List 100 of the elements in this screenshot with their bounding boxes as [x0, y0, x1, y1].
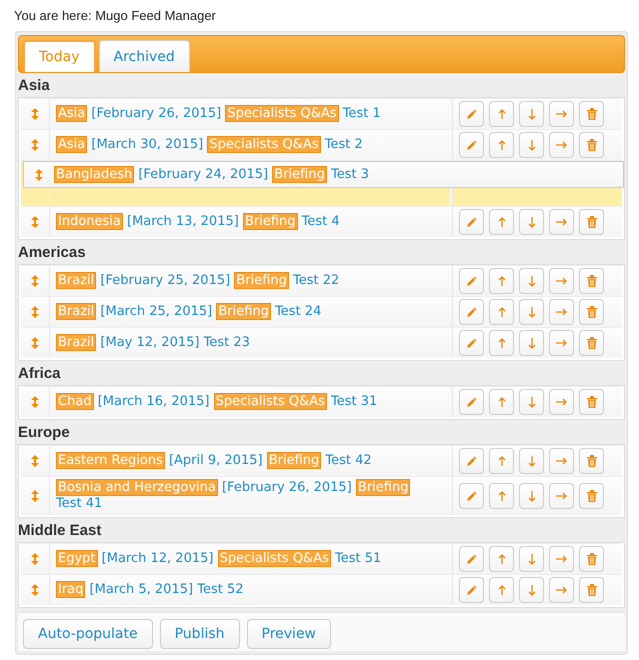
date-link[interactable]: [May 12, 2015]: [100, 335, 200, 350]
delete-button[interactable]: [579, 268, 604, 294]
title-link[interactable]: Test 4: [302, 214, 340, 229]
title-link[interactable]: Test 1: [342, 106, 381, 121]
delete-button[interactable]: [579, 101, 604, 127]
date-link[interactable]: [April 9, 2015]: [168, 453, 263, 468]
drag-handle-icon[interactable]: [31, 216, 39, 228]
delete-button[interactable]: [579, 546, 604, 572]
delete-button[interactable]: [579, 577, 604, 603]
drag-handle-icon[interactable]: [31, 396, 39, 408]
date-link[interactable]: [March 13, 2015]: [127, 214, 239, 229]
drag-handle-icon[interactable]: [31, 275, 39, 287]
move-up-button[interactable]: [489, 577, 514, 603]
date-link[interactable]: [March 30, 2015]: [91, 137, 204, 152]
edit-button[interactable]: [459, 101, 484, 127]
move-button[interactable]: [549, 546, 574, 572]
title-link[interactable]: Test 52: [197, 582, 244, 597]
move-button[interactable]: [549, 483, 574, 509]
move-button[interactable]: [549, 209, 574, 235]
move-up-button[interactable]: [489, 546, 514, 572]
edit-button[interactable]: [459, 546, 484, 572]
delete-button[interactable]: [579, 330, 604, 356]
title-link[interactable]: Test 31: [331, 394, 378, 409]
title-link[interactable]: Test 42: [325, 453, 372, 468]
move-up-button[interactable]: [489, 483, 514, 509]
edit-button[interactable]: [459, 577, 484, 603]
edit-button[interactable]: [459, 448, 484, 474]
delete-button[interactable]: [579, 448, 604, 474]
edit-button[interactable]: [459, 209, 484, 235]
date-link[interactable]: [March 5, 2015]: [90, 582, 194, 597]
title-link[interactable]: Test 24: [275, 304, 322, 319]
move-button[interactable]: [549, 101, 574, 127]
edit-button[interactable]: [459, 132, 484, 158]
date-link[interactable]: [February 24, 2015]: [138, 167, 268, 182]
move-button[interactable]: [549, 132, 574, 158]
drag-handle-icon[interactable]: [31, 584, 39, 596]
move-button[interactable]: [549, 268, 574, 294]
date-link[interactable]: [February 26, 2015]: [91, 106, 222, 121]
drag-handle-icon[interactable]: [31, 139, 39, 151]
move-up-button[interactable]: [489, 268, 514, 294]
type-tag: Briefing: [356, 479, 410, 496]
move-down-button[interactable]: [519, 483, 544, 509]
up-arrow-icon: [498, 306, 506, 318]
edit-button[interactable]: [459, 330, 484, 356]
move-up-button[interactable]: [489, 101, 514, 127]
delete-button[interactable]: [579, 132, 604, 158]
move-up-button[interactable]: [489, 132, 514, 158]
delete-button[interactable]: [579, 483, 604, 509]
title-link[interactable]: Test 22: [293, 273, 340, 288]
move-down-button[interactable]: [519, 546, 544, 572]
edit-button[interactable]: [459, 268, 484, 294]
move-up-button[interactable]: [489, 209, 514, 235]
drag-handle-icon[interactable]: [31, 337, 39, 349]
move-up-button[interactable]: [489, 299, 514, 325]
move-up-button[interactable]: [489, 330, 514, 356]
move-up-button[interactable]: [489, 448, 514, 474]
dragged-row[interactable]: Bangladesh [February 24, 2015] Briefing Test 3: [23, 161, 624, 188]
title-link[interactable]: Test 51: [335, 551, 382, 566]
move-button[interactable]: [549, 577, 574, 603]
action-button[interactable]: Preview: [246, 619, 332, 649]
move-down-button[interactable]: [519, 101, 544, 127]
move-down-button[interactable]: [519, 132, 544, 158]
action-button[interactable]: Auto-populate: [23, 619, 153, 649]
move-button[interactable]: [549, 389, 574, 415]
drag-handle-icon[interactable]: [31, 455, 39, 467]
delete-button[interactable]: [579, 389, 604, 415]
date-link[interactable]: [March 12, 2015]: [102, 551, 214, 566]
move-down-button[interactable]: [519, 389, 544, 415]
action-button[interactable]: Publish: [160, 619, 240, 649]
title-link[interactable]: Test 3: [330, 167, 369, 182]
move-up-button[interactable]: [489, 389, 514, 415]
date-link[interactable]: [March 16, 2015]: [98, 394, 210, 409]
drag-handle-icon[interactable]: [31, 553, 39, 565]
move-button[interactable]: [549, 448, 574, 474]
drag-handle-icon[interactable]: [31, 306, 39, 318]
drag-handle-icon[interactable]: [31, 490, 39, 502]
move-down-button[interactable]: [519, 268, 544, 294]
delete-button[interactable]: [579, 299, 604, 325]
move-button[interactable]: [549, 330, 574, 356]
tab[interactable]: Today: [23, 40, 96, 72]
title-link[interactable]: Test 23: [204, 335, 250, 350]
move-down-button[interactable]: [519, 299, 544, 325]
date-link[interactable]: [March 25, 2015]: [100, 304, 212, 319]
drag-handle-icon[interactable]: [35, 168, 43, 180]
tab[interactable]: Archived: [98, 40, 190, 72]
drag-handle-icon[interactable]: [31, 108, 39, 120]
edit-button[interactable]: [459, 483, 484, 509]
move-down-button[interactable]: [519, 448, 544, 474]
date-link[interactable]: [February 26, 2015]: [222, 480, 352, 495]
move-down-button[interactable]: [519, 577, 544, 603]
edit-button[interactable]: [459, 389, 484, 415]
move-down-button[interactable]: [519, 209, 544, 235]
move-button[interactable]: [549, 299, 574, 325]
edit-button[interactable]: [459, 299, 484, 325]
date-link[interactable]: [February 25, 2015]: [100, 273, 230, 288]
move-down-button[interactable]: [519, 330, 544, 356]
trash-icon: [586, 306, 596, 318]
title-link[interactable]: Test 41: [56, 496, 102, 511]
delete-button[interactable]: [579, 209, 604, 235]
title-link[interactable]: Test 2: [324, 137, 363, 152]
